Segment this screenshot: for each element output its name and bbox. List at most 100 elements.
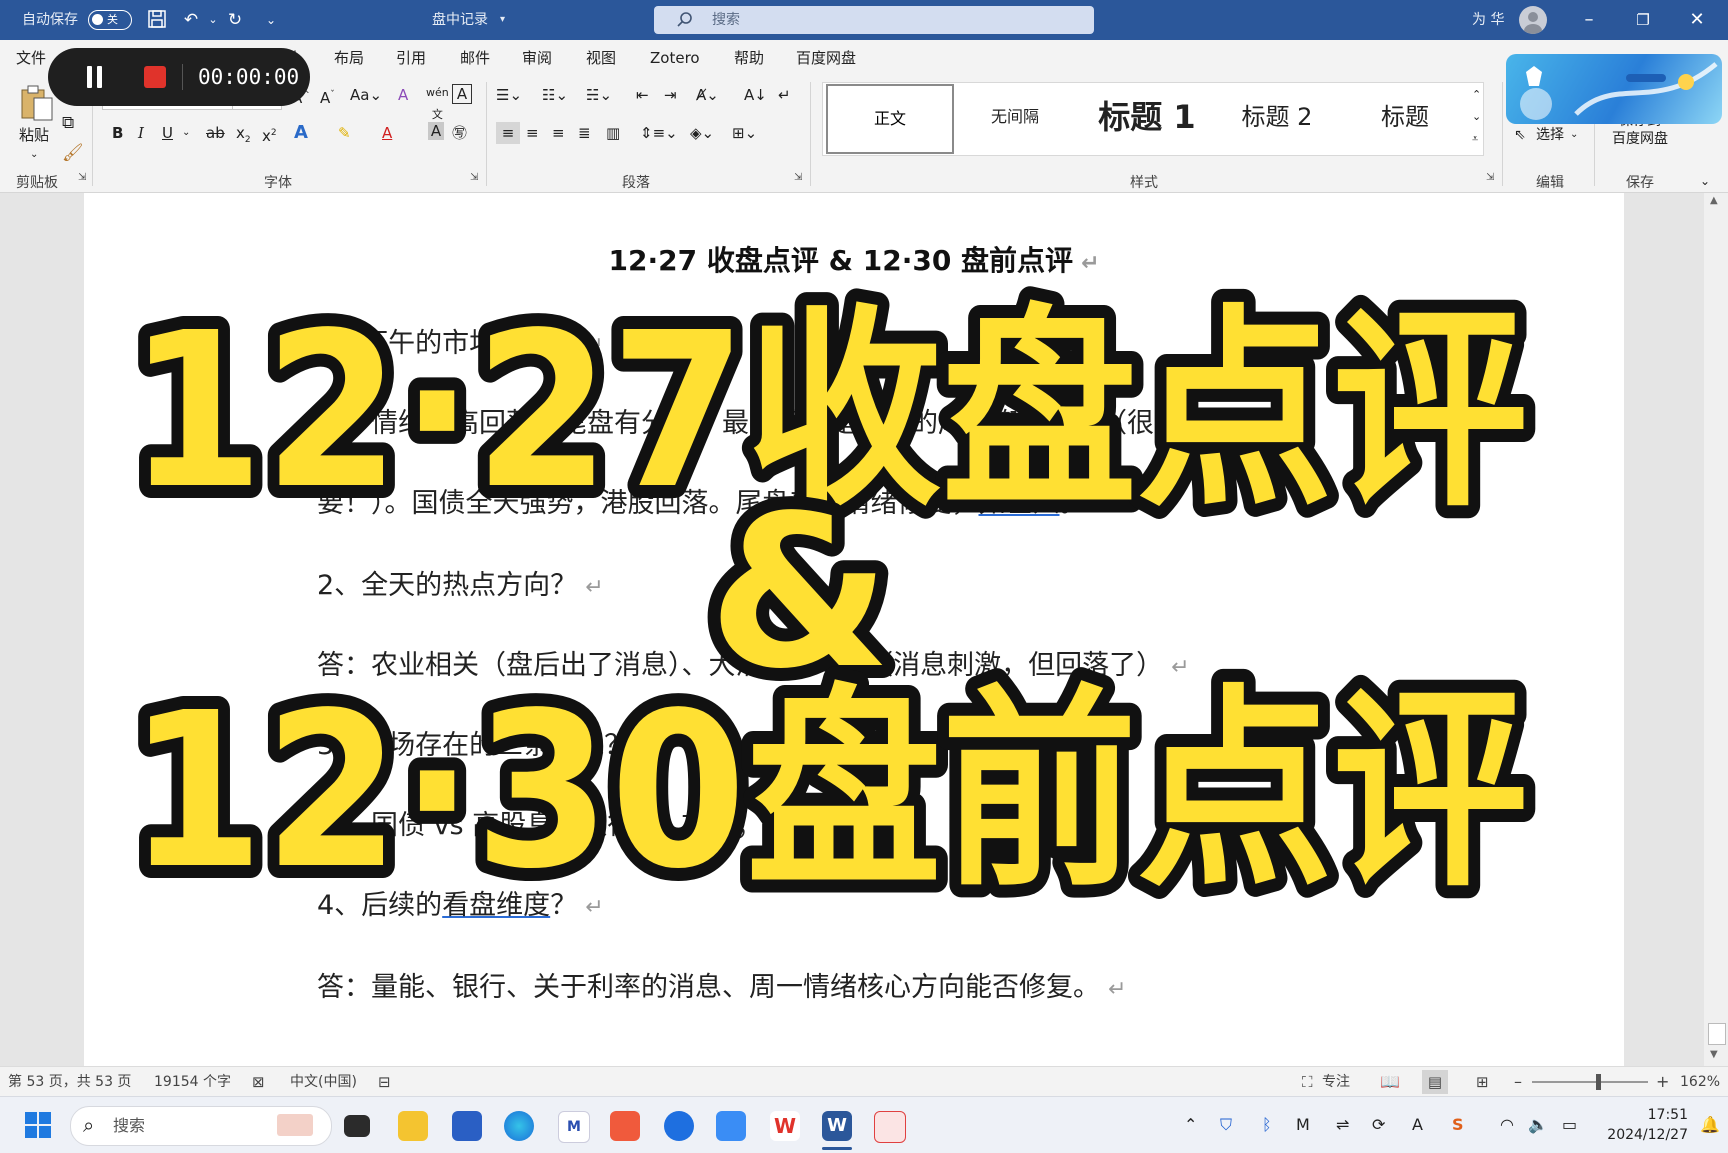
- user-name[interactable]: 为 华: [1472, 0, 1504, 40]
- style-normal[interactable]: 正文: [826, 84, 954, 154]
- document-name-chevron-icon[interactable]: ▾: [500, 0, 505, 40]
- focus-icon[interactable]: ⛶: [1302, 1067, 1313, 1097]
- answer-3[interactable]: 答：国债 vs 高股息；银行 vs 市场；小盘微观。 ↵: [317, 803, 924, 842]
- tab-file[interactable]: 文件: [16, 40, 46, 76]
- question-3[interactable]: 3、市场存在的三条主线？ ↵: [317, 723, 658, 762]
- autosave-toggle[interactable]: 关: [88, 10, 132, 30]
- accessibility-icon[interactable]: ⊟: [378, 1067, 391, 1097]
- borders-icon[interactable]: ⊞⌄: [732, 122, 757, 144]
- collapse-ribbon-icon[interactable]: ⌄: [1700, 170, 1710, 192]
- question-1[interactable]: 1、下午的市场样态？ ↵: [317, 321, 604, 360]
- sync-icon[interactable]: ⟳: [1372, 1097, 1385, 1153]
- bold-icon[interactable]: B: [112, 122, 123, 144]
- multilevel-list-icon[interactable]: ☵⌄: [586, 84, 612, 106]
- style-no-spacing[interactable]: 无间隔: [960, 84, 1070, 150]
- answer-2[interactable]: 答：农业相关（盘后出了消息）、大消费+军工（消息刺激，但回落了） ↵: [317, 643, 1190, 682]
- styles-more-icon[interactable]: ⩡: [1472, 128, 1478, 150]
- align-left-icon[interactable]: ≡: [496, 122, 520, 144]
- character-border-icon[interactable]: A: [452, 84, 472, 104]
- italic-icon[interactable]: I: [138, 122, 144, 144]
- document-name[interactable]: 盘中记录: [432, 0, 488, 40]
- cards-app-icon[interactable]: [874, 1111, 906, 1143]
- settings-tray-icon[interactable]: ⇌: [1336, 1097, 1349, 1153]
- bluetooth-icon[interactable]: ᛒ: [1262, 1097, 1272, 1153]
- select-chevron-icon[interactable]: ⌄: [1570, 124, 1578, 146]
- format-painter-icon[interactable]: 🖌: [62, 142, 84, 164]
- highlight-icon[interactable]: ✎: [338, 122, 351, 144]
- clear-formatting-icon[interactable]: A: [398, 84, 408, 106]
- promo-banner-image[interactable]: [1506, 54, 1722, 124]
- strikethrough-icon[interactable]: ab: [206, 122, 225, 144]
- read-mode-icon[interactable]: 📖: [1380, 1067, 1400, 1097]
- print-layout-icon[interactable]: ▤: [1422, 1070, 1448, 1094]
- stop-button[interactable]: [144, 66, 166, 88]
- close-button[interactable]: ✕: [1672, 0, 1722, 40]
- paragraph-launcher-icon[interactable]: ⇲: [794, 172, 802, 183]
- scroll-up-icon[interactable]: ▲: [1710, 195, 1718, 206]
- undo-dropdown-icon[interactable]: ⌄: [202, 9, 224, 31]
- sogou-icon[interactable]: S: [1452, 1097, 1464, 1153]
- customize-toolbar-icon[interactable]: ⌄: [260, 9, 282, 31]
- superscript-icon[interactable]: x2: [262, 122, 277, 147]
- cloud-app-icon[interactable]: [716, 1111, 746, 1141]
- edge-browser-icon[interactable]: [504, 1111, 534, 1141]
- volume-icon[interactable]: 🔈: [1528, 1097, 1548, 1153]
- show-marks-icon[interactable]: ↵: [778, 84, 791, 106]
- underline-icon[interactable]: U: [162, 122, 173, 144]
- web-layout-icon[interactable]: ⊞: [1476, 1067, 1489, 1097]
- wps-icon[interactable]: W: [770, 1111, 800, 1141]
- huawei-app-icon[interactable]: [610, 1111, 640, 1141]
- focus-mode-button[interactable]: 专注: [1322, 1067, 1350, 1097]
- tab-review[interactable]: 审阅: [522, 40, 552, 76]
- tab-mailings[interactable]: 邮件: [460, 40, 490, 76]
- task-view-icon[interactable]: [344, 1115, 370, 1137]
- scrollbar-thumb[interactable]: [1708, 1023, 1726, 1045]
- distributed-icon[interactable]: ▥: [606, 122, 620, 144]
- font-launcher-icon[interactable]: ⇲: [470, 172, 478, 183]
- taskbar-search[interactable]: ⌕ 搜索: [70, 1106, 332, 1146]
- justify-icon[interactable]: ≣: [578, 122, 591, 144]
- proofing-icon[interactable]: ⊠: [252, 1067, 265, 1097]
- copy-icon[interactable]: ⧉: [62, 112, 74, 134]
- text-effects-icon[interactable]: A: [294, 122, 308, 144]
- phonetic-guide-icon[interactable]: wén 文: [426, 82, 449, 126]
- character-shading-icon[interactable]: A: [428, 122, 444, 140]
- save-icon[interactable]: [146, 9, 168, 31]
- clipboard-launcher-icon[interactable]: ⇲: [78, 172, 86, 183]
- clock[interactable]: 17:51 2024/12/27: [1598, 1105, 1688, 1145]
- answer-4[interactable]: 答：量能、银行、关于利率的消息、周一情绪核心方向能否修复。 ↵: [317, 965, 1126, 1004]
- zoom-out-icon[interactable]: –: [1514, 1067, 1522, 1097]
- enclosed-character-icon[interactable]: ㊢: [452, 122, 467, 144]
- avatar[interactable]: [1519, 6, 1547, 34]
- windows-start-icon[interactable]: [24, 1111, 52, 1139]
- tab-layout[interactable]: 布局: [334, 40, 364, 76]
- file-explorer-icon[interactable]: [398, 1111, 428, 1141]
- tab-help[interactable]: 帮助: [734, 40, 764, 76]
- pause-button[interactable]: [84, 66, 106, 88]
- tab-baidu-netdisk[interactable]: 百度网盘: [796, 40, 856, 76]
- scroll-down-icon[interactable]: ▼: [1710, 1049, 1718, 1060]
- undo-icon[interactable]: ↶: [180, 9, 202, 31]
- tray-app-icon[interactable]: M: [1296, 1097, 1310, 1153]
- select-button[interactable]: 选择: [1536, 124, 1564, 146]
- zoom-in-icon[interactable]: +: [1656, 1067, 1669, 1097]
- style-title[interactable]: 标题: [1342, 84, 1468, 150]
- tab-view[interactable]: 视图: [586, 40, 616, 76]
- minimize-button[interactable]: –: [1564, 0, 1614, 40]
- numbering-icon[interactable]: ☷⌄: [542, 84, 568, 106]
- style-heading-2[interactable]: 标题 2: [1222, 84, 1332, 150]
- paste-button[interactable]: 粘贴: [19, 124, 49, 146]
- restore-button[interactable]: ❐: [1618, 0, 1668, 40]
- security-shield-icon[interactable]: ⛉: [1220, 1097, 1232, 1153]
- paste-chevron-icon[interactable]: ⌄: [30, 144, 38, 166]
- underline-chevron-icon[interactable]: ⌄: [182, 122, 190, 144]
- tab-references[interactable]: 引用: [396, 40, 426, 76]
- answer-1-line-1[interactable]: 答：情绪冲高回落，尾盘有分歧。最关键的是银行的尾盘兜底回升（很重: [317, 401, 1181, 440]
- answer-1-line-2[interactable]: 要！）。国债全天强势，港股回落。尾盘部分情绪修复，如巨人。 ↵: [317, 481, 1113, 520]
- shading-icon[interactable]: ◈⌄: [690, 122, 714, 144]
- question-2[interactable]: 2、全天的热点方向？ ↵: [317, 563, 604, 602]
- redo-icon[interactable]: ↻: [224, 9, 246, 31]
- shrink-font-icon[interactable]: Aˇ: [320, 84, 335, 109]
- vertical-scrollbar[interactable]: ▲ ▼: [1704, 193, 1728, 1066]
- zoom-slider-thumb[interactable]: [1596, 1074, 1601, 1090]
